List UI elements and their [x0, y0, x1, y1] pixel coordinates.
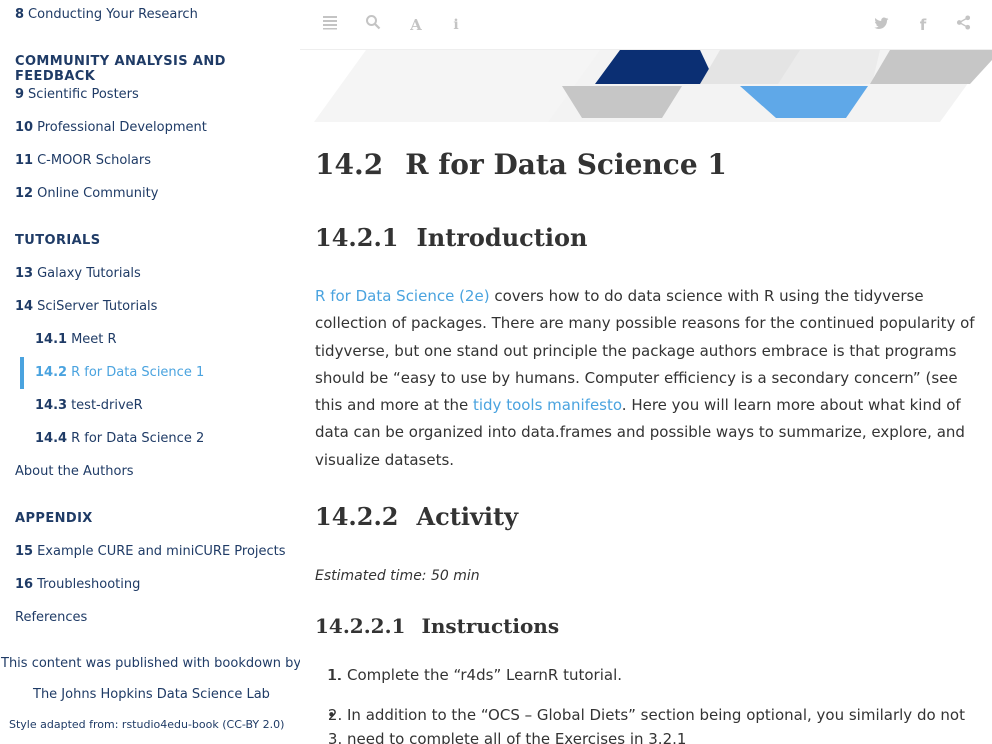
jhu-dsl-link[interactable]: The Johns Hopkins Data Science Lab — [33, 687, 270, 702]
twitter-icon[interactable] — [870, 14, 892, 36]
sidebar-item-meet-r[interactable]: 14.1 Meet R — [35, 332, 117, 347]
list-item-text: In addition to the “OCS – Global Diets” … — [347, 706, 965, 724]
section-number: 14.2.1 — [315, 223, 399, 252]
sidebar-item-r4ds-2[interactable]: 14.4 R for Data Science 2 — [35, 431, 204, 446]
sidebar-item-label: SciServer Tutorials — [37, 299, 158, 314]
header-banner — [300, 50, 992, 122]
section-header-tutorials: TUTORIALS — [15, 233, 101, 248]
chapter-number: 15 — [15, 544, 34, 559]
sidebar-item-label: Galaxy Tutorials — [37, 266, 141, 281]
style-credit-link[interactable]: Style adapted from: rstudio4edu-book (CC… — [9, 718, 284, 731]
sidebar: 8 Conducting Your Research COMMUNITY ANAL… — [0, 0, 300, 744]
list-marker: • — [327, 706, 336, 724]
sidebar-item-galaxy-tutorials[interactable]: 13 Galaxy Tutorials — [15, 266, 141, 281]
facebook-icon[interactable]: f — [912, 14, 934, 36]
sidebar-item-conducting-research[interactable]: 8 Conducting Your Research — [15, 7, 198, 22]
sidebar-item-label: Professional Development — [37, 120, 207, 135]
sidebar-item-label: Conducting Your Research — [28, 7, 198, 22]
section-title: Activity — [416, 502, 519, 531]
sidebar-item-label: test-driveR — [71, 398, 143, 413]
sidebar-toggle-icon[interactable] — [319, 14, 341, 36]
section-number: 14.4 — [35, 431, 68, 446]
section-number: 14.3 — [35, 398, 68, 413]
r4ds-link[interactable]: R for Data Science (2e) — [315, 287, 490, 305]
sidebar-item-scientific-posters[interactable]: 9 Scientific Posters — [15, 87, 139, 102]
section-title: Instructions — [421, 614, 560, 638]
heading-instructions: 14.2.2.1 Instructions — [315, 614, 559, 638]
sidebar-item-label: R for Data Science 2 — [71, 431, 205, 446]
list-marker: 1. — [327, 666, 342, 684]
list-item-continued: need to complete all of the Exercises in… — [347, 730, 686, 744]
sidebar-item-label: Example CURE and miniCURE Projects — [37, 544, 286, 559]
section-number: 14.2.2 — [315, 502, 399, 531]
section-title: R for Data Science 1 — [405, 148, 727, 181]
page-title: 14.2 R for Data Science 1 — [315, 148, 727, 181]
section-number: 14.1 — [35, 332, 68, 347]
sidebar-item-label: Scientific Posters — [28, 87, 139, 102]
chapter-number: 12 — [15, 186, 34, 201]
list-item-text: Complete the “r4ds” LearnR tutorial. — [347, 666, 623, 684]
list-item-text: need to complete all of the Exercises in… — [347, 730, 687, 744]
section-title: Introduction — [416, 223, 588, 252]
section-number: 14.2 — [35, 365, 68, 380]
sidebar-item-troubleshooting[interactable]: 16 Troubleshooting — [15, 577, 140, 592]
heading-introduction: 14.2.1 Introduction — [315, 223, 587, 252]
sidebar-item-r4ds-1-active[interactable]: 14.2 R for Data Science 1 — [35, 365, 204, 380]
section-header-community: COMMUNITY ANALYSIS AND FEEDBACK — [15, 54, 226, 84]
search-icon[interactable] — [362, 14, 384, 36]
section-header-appendix: APPENDIX — [15, 511, 93, 526]
sidebar-item-label: C-MOOR Scholars — [37, 153, 151, 168]
sidebar-item-references[interactable]: References — [15, 610, 87, 625]
sidebar-item-about-authors[interactable]: About the Authors — [15, 464, 134, 479]
section-number: 14.2.2.1 — [315, 614, 406, 638]
sidebar-item-label: Troubleshooting — [37, 577, 141, 592]
list-item: • In addition to the “OCS – Global Diets”… — [327, 706, 965, 724]
published-with-text: This content was published with bookdown… — [1, 656, 300, 671]
tidy-tools-manifesto-link[interactable]: tidy tools manifesto — [473, 396, 622, 414]
sidebar-item-cmoor-scholars[interactable]: 11 C-MOOR Scholars — [15, 153, 151, 168]
section-number: 14.2 — [315, 148, 384, 181]
active-indicator — [20, 357, 24, 389]
sidebar-item-test-driver[interactable]: 14.3 test-driveR — [35, 398, 143, 413]
list-item: 1. Complete the “r4ds” LearnR tutorial. — [327, 666, 623, 684]
sidebar-item-example-cure[interactable]: 15 Example CURE and miniCURE Projects — [15, 544, 286, 559]
sidebar-item-label: Online Community — [37, 186, 159, 201]
share-icon[interactable] — [952, 14, 974, 36]
chapter-number: 8 — [15, 7, 25, 22]
sidebar-item-label: Meet R — [71, 332, 117, 347]
sidebar-item-professional-development[interactable]: 10 Professional Development — [15, 120, 207, 135]
chapter-number: 11 — [15, 153, 34, 168]
estimated-time: Estimated time: 50 min — [315, 568, 480, 584]
heading-activity: 14.2.2 Activity — [315, 502, 518, 531]
chapter-number: 14 — [15, 299, 34, 314]
chapter-number: 10 — [15, 120, 34, 135]
info-icon[interactable]: i — [445, 14, 467, 36]
chapter-number: 9 — [15, 87, 25, 102]
sidebar-item-online-community[interactable]: 12 Online Community — [15, 186, 158, 201]
sidebar-item-sciserver-tutorials[interactable]: 14 SciServer Tutorials — [15, 299, 157, 314]
chapter-number: 13 — [15, 266, 34, 281]
font-settings-icon[interactable]: A — [405, 14, 427, 36]
chapter-number: 16 — [15, 577, 34, 592]
top-toolbar: A i f — [300, 0, 992, 50]
sidebar-item-label: R for Data Science 1 — [71, 365, 205, 380]
intro-paragraph: R for Data Science (2e) covers how to do… — [315, 283, 975, 474]
